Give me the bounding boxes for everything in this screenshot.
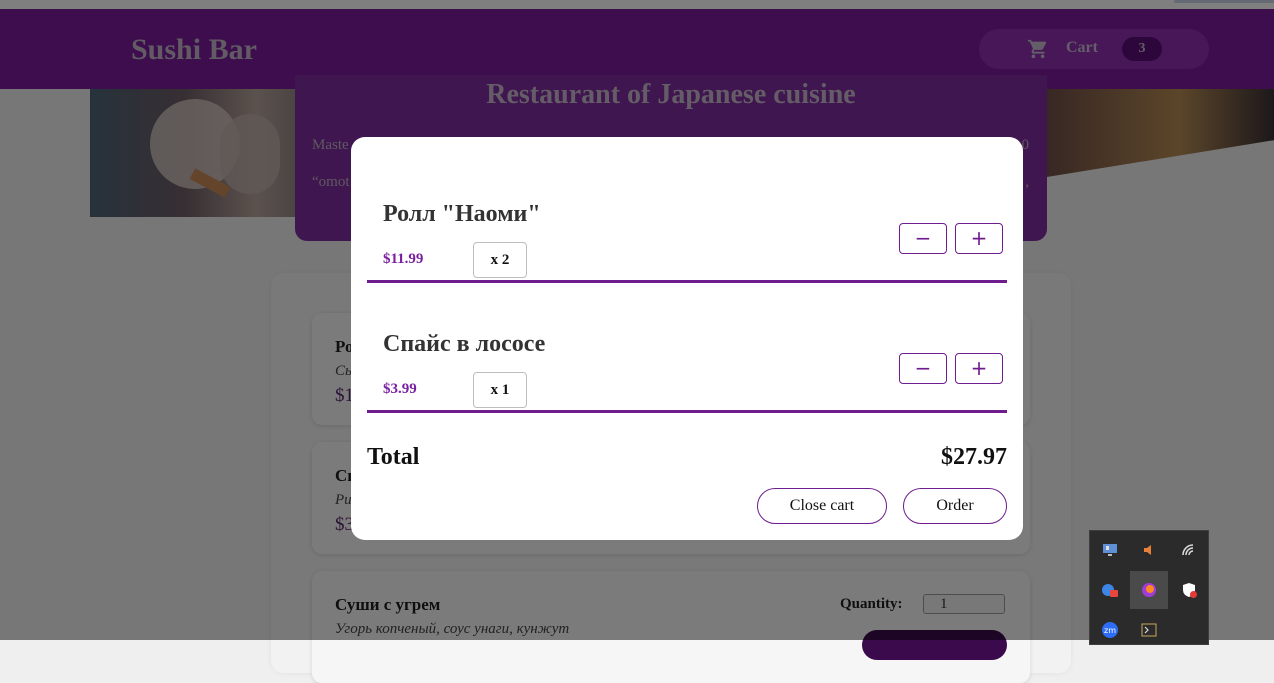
volume-muted-icon[interactable]: [1130, 531, 1168, 569]
cart-item-price: $3.99: [383, 381, 417, 397]
close-cart-button[interactable]: Close cart: [757, 488, 887, 524]
cart-item-quantity: x 1: [473, 372, 527, 408]
browser-badge-icon[interactable]: [1091, 571, 1129, 609]
cart-item-quantity: x 2: [473, 242, 527, 278]
cart-item-name: Спайс в лососе: [383, 331, 546, 357]
increase-quantity-button[interactable]: +: [955, 223, 1003, 254]
decrease-quantity-button[interactable]: −: [899, 353, 947, 384]
terminal-icon[interactable]: [1130, 611, 1168, 649]
total-value: $27.97: [941, 444, 1007, 470]
display-icon[interactable]: [1091, 531, 1129, 569]
decrease-quantity-button[interactable]: −: [899, 223, 947, 254]
cart-item-price: $11.99: [383, 251, 424, 267]
total-label: Total: [367, 444, 420, 470]
cart-item-name: Ролл "Наоми": [383, 201, 541, 227]
firefox-icon[interactable]: [1130, 571, 1168, 609]
cart-item: Спайс в лососе $3.99 x 1 − +: [367, 283, 1007, 413]
wifi-icon[interactable]: [1170, 531, 1208, 569]
cart-item: Ролл "Наоми" $11.99 x 2 − +: [367, 153, 1007, 283]
zoom-icon-text: zm: [1104, 626, 1116, 635]
zoom-icon[interactable]: zm: [1091, 611, 1129, 649]
order-button[interactable]: Order: [903, 488, 1007, 524]
security-shield-icon[interactable]: [1170, 571, 1208, 609]
cart-modal: Ролл "Наоми" $11.99 x 2 − + Спайс в лосо…: [351, 137, 1023, 540]
increase-quantity-button[interactable]: +: [955, 353, 1003, 384]
system-tray-popup: zm: [1089, 530, 1209, 645]
